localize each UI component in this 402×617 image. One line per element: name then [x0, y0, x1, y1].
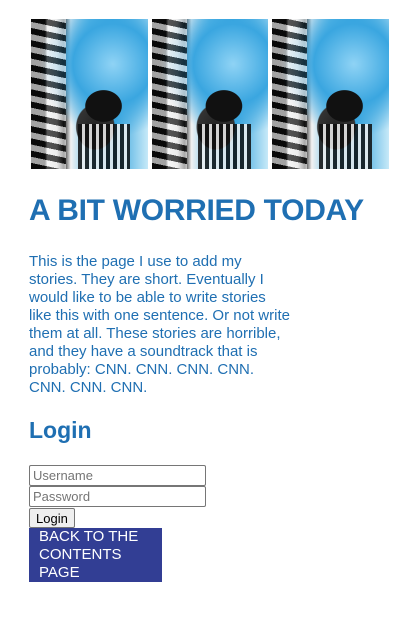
intro-paragraph: This is the page I use to add my stories… — [29, 253, 290, 396]
username-input[interactable] — [29, 465, 206, 486]
back-to-contents-link[interactable]: BACK TO THE CONTENTS PAGE — [29, 528, 162, 582]
banner-image — [272, 19, 390, 169]
banner-image — [31, 19, 148, 169]
banner-image — [151, 19, 269, 169]
page-title: A BIT WORRIED TODAY — [29, 194, 364, 227]
password-input[interactable] — [29, 486, 206, 507]
login-button[interactable]: Login — [29, 508, 75, 528]
login-heading: Login — [29, 417, 92, 443]
banner-image-strip — [31, 19, 390, 169]
